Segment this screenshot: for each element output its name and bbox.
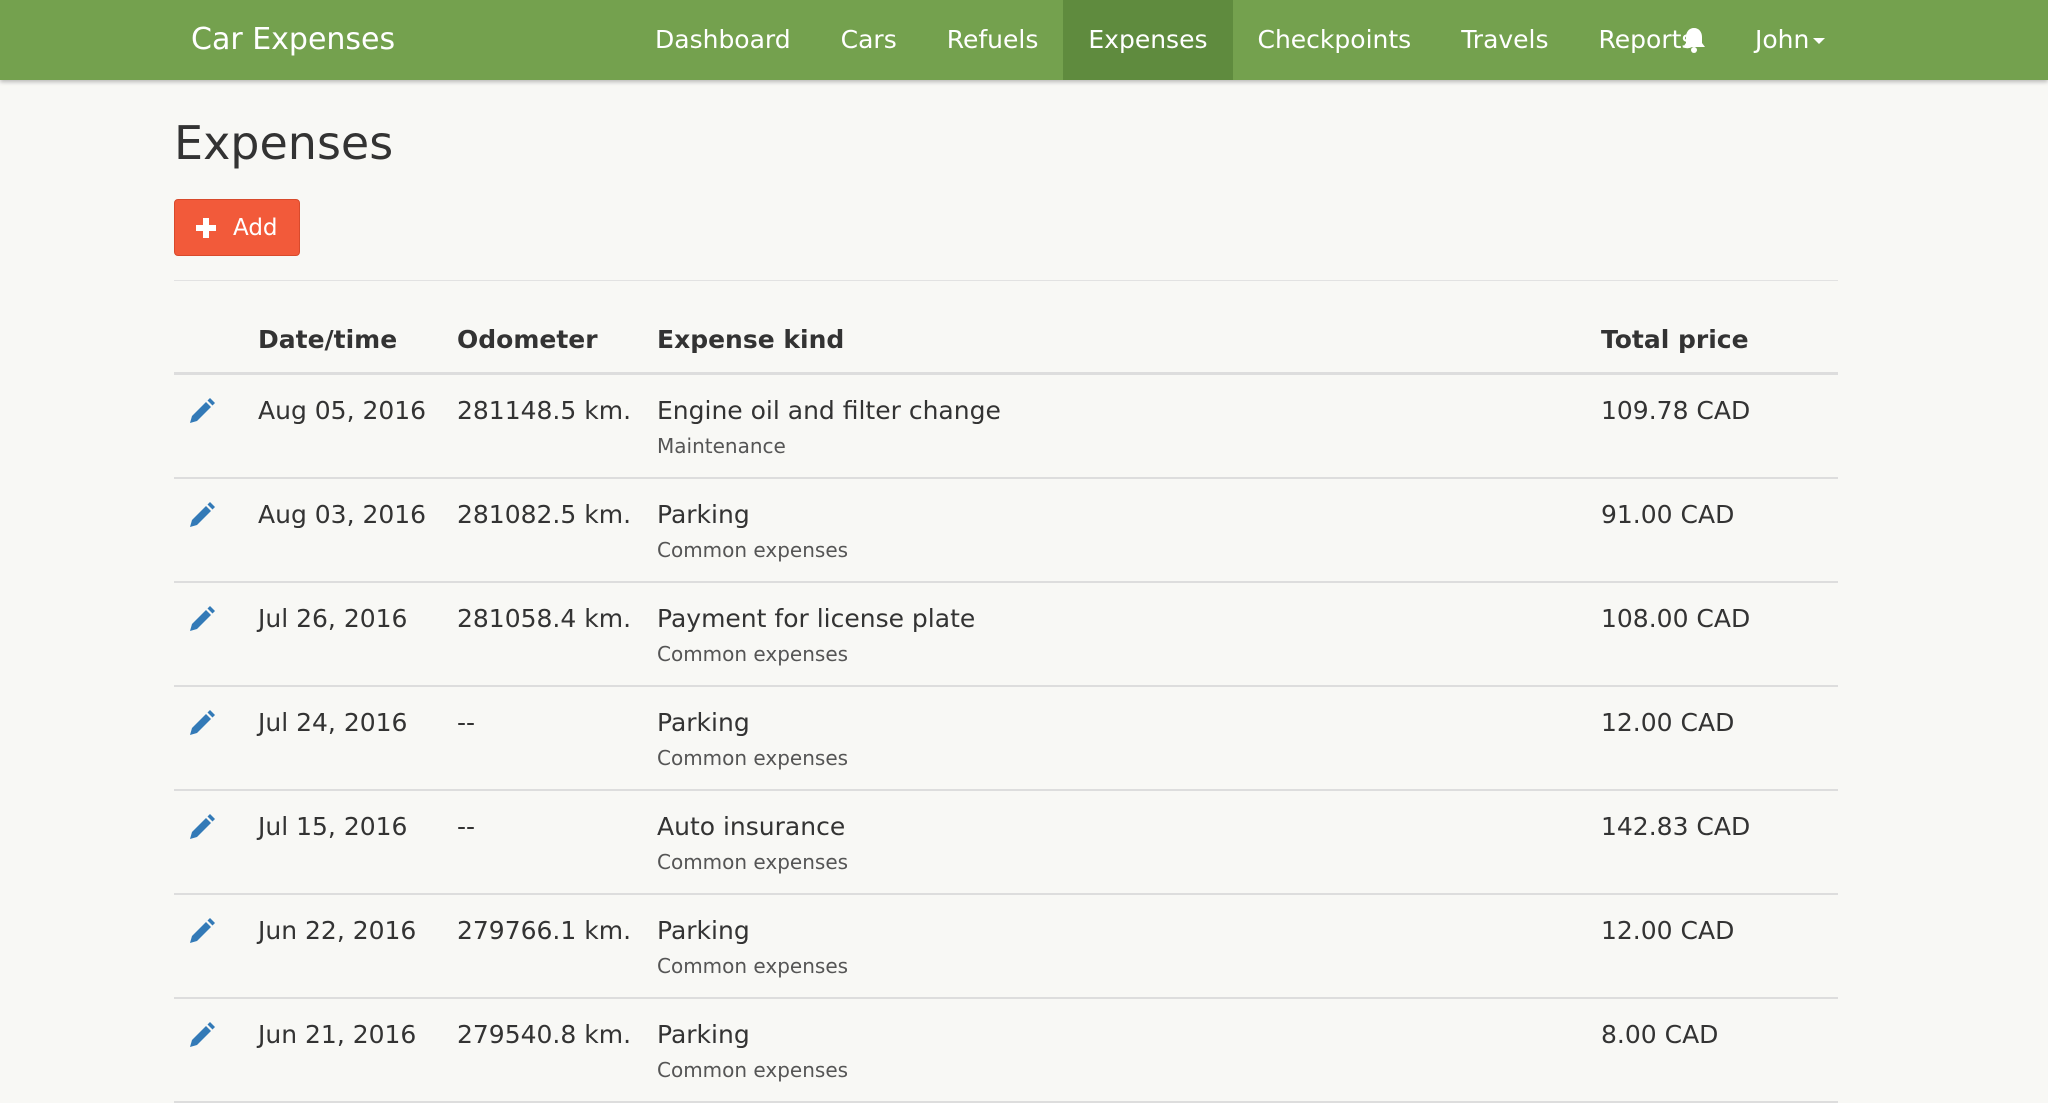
cell-expense-kind: Parking [657, 916, 750, 945]
pencil-icon[interactable] [186, 397, 216, 427]
table-row: Jul 24, 2016 -- Parking Common expenses … [174, 687, 1838, 791]
cell-odometer: -- [457, 708, 476, 737]
user-name: John [1755, 25, 1810, 54]
cell-expense-kind: Parking [657, 500, 750, 529]
header-date[interactable]: Date/time [258, 300, 397, 380]
table-row: Aug 05, 2016 281148.5 km. Engine oil and… [174, 375, 1838, 479]
cell-expense-category: Common expenses [657, 954, 849, 978]
cell-total-price: 91.00 CAD [1601, 500, 1735, 529]
table-row: Aug 03, 2016 281082.5 km. Parking Common… [174, 479, 1838, 583]
pencil-icon[interactable] [186, 605, 216, 635]
cell-date: Jun 22, 2016 [258, 916, 417, 945]
nav-item-refuels[interactable]: Refuels [922, 0, 1064, 80]
chevron-down-icon [1813, 38, 1826, 44]
bell-icon[interactable] [1680, 0, 1708, 80]
nav-item-travels[interactable]: Travels [1436, 0, 1573, 80]
cell-total-price: 12.00 CAD [1601, 708, 1735, 737]
main-nav: Dashboard Cars Refuels Expenses Checkpoi… [630, 0, 1719, 80]
header-total-price[interactable]: Total price [1601, 300, 1749, 380]
cell-total-price: 109.78 CAD [1601, 396, 1751, 425]
cell-expense-kind: Engine oil and filter change [657, 396, 1001, 425]
cell-expense-kind: Parking [657, 708, 750, 737]
cell-total-price: 142.83 CAD [1601, 812, 1751, 841]
cell-odometer: 281058.4 km. [457, 604, 632, 633]
cell-date: Jul 24, 2016 [258, 708, 408, 737]
cell-odometer: -- [457, 812, 476, 841]
page-title: Expenses [174, 116, 394, 170]
cell-expense-category: Common expenses [657, 1058, 849, 1082]
cell-odometer: 279540.8 km. [457, 1020, 632, 1049]
nav-item-checkpoints[interactable]: Checkpoints [1233, 0, 1437, 80]
cell-odometer: 279766.1 km. [457, 916, 632, 945]
pencil-icon[interactable] [186, 813, 216, 843]
cell-total-price: 108.00 CAD [1601, 604, 1751, 633]
cell-date: Aug 03, 2016 [258, 500, 427, 529]
pencil-icon[interactable] [186, 917, 216, 947]
cell-total-price: 12.00 CAD [1601, 916, 1735, 945]
table-row: Jun 21, 2016 279540.8 km. Parking Common… [174, 999, 1838, 1103]
cell-expense-kind: Auto insurance [657, 812, 846, 841]
cell-expense-category: Common expenses [657, 746, 849, 770]
brand-link[interactable]: Car Expenses [191, 0, 395, 80]
cell-date: Jul 15, 2016 [258, 812, 408, 841]
cell-expense-category: Common expenses [657, 850, 849, 874]
divider [174, 280, 1838, 281]
pencil-icon[interactable] [186, 1021, 216, 1051]
cell-expense-kind: Parking [657, 1020, 750, 1049]
add-expense-button[interactable]: Add [174, 199, 300, 256]
cell-expense-category: Common expenses [657, 538, 849, 562]
cell-total-price: 8.00 CAD [1601, 1020, 1719, 1049]
nav-item-dashboard[interactable]: Dashboard [630, 0, 816, 80]
pencil-icon[interactable] [186, 501, 216, 531]
header-odometer[interactable]: Odometer [457, 300, 598, 380]
nav-item-expenses[interactable]: Expenses [1063, 0, 1233, 80]
pencil-icon[interactable] [186, 709, 216, 739]
table-header: Date/time Odometer Expense kind Total pr… [174, 300, 1838, 375]
nav-item-cars[interactable]: Cars [816, 0, 922, 80]
cell-odometer: 281148.5 km. [457, 396, 632, 425]
expenses-table: Date/time Odometer Expense kind Total pr… [174, 300, 1838, 1103]
table-row: Jul 26, 2016 281058.4 km. Payment for li… [174, 583, 1838, 687]
cell-date: Jun 21, 2016 [258, 1020, 417, 1049]
cell-odometer: 281082.5 km. [457, 500, 632, 529]
plus-icon [195, 217, 217, 239]
cell-expense-category: Maintenance [657, 434, 786, 458]
cell-date: Aug 05, 2016 [258, 396, 427, 425]
top-navbar: Car Expenses Dashboard Cars Refuels Expe… [0, 0, 2048, 80]
cell-date: Jul 26, 2016 [258, 604, 408, 633]
add-button-label: Add [233, 214, 278, 241]
table-row: Jul 15, 2016 -- Auto insurance Common ex… [174, 791, 1838, 895]
header-expense-kind[interactable]: Expense kind [657, 300, 844, 380]
cell-expense-category: Common expenses [657, 642, 849, 666]
user-menu[interactable]: John [1755, 0, 1826, 80]
cell-expense-kind: Payment for license plate [657, 604, 976, 633]
table-row: Jun 22, 2016 279766.1 km. Parking Common… [174, 895, 1838, 999]
